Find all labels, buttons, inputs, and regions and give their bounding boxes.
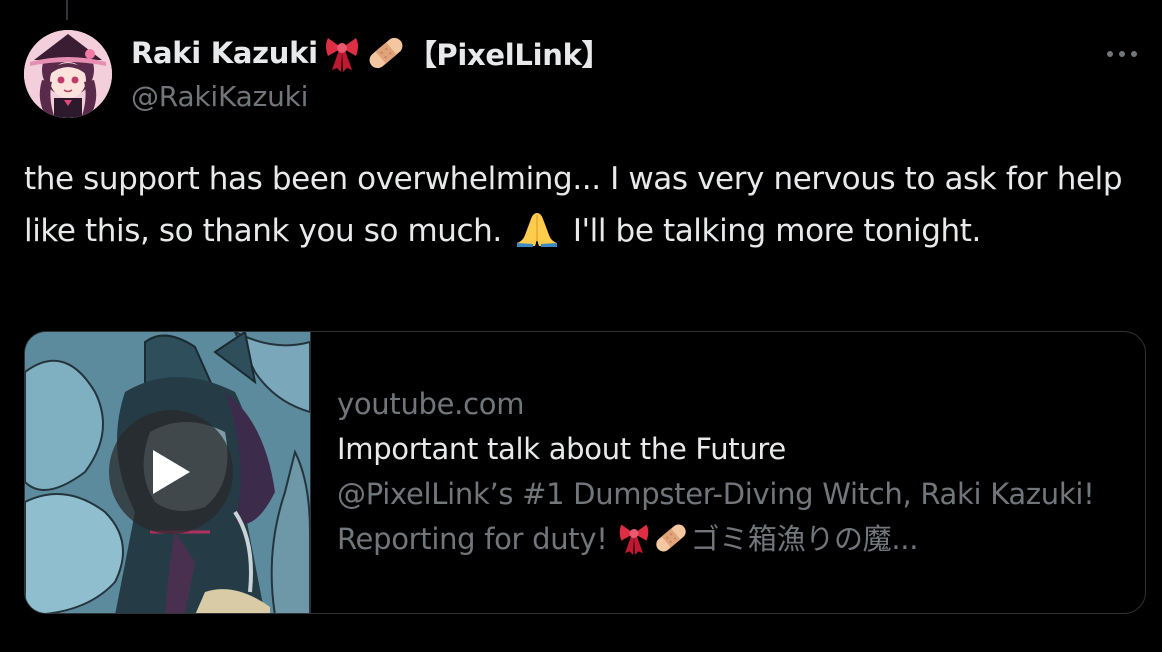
more-options-button[interactable] [1102, 42, 1142, 66]
author-name-row: Raki Kazuki 【PixelLink】 [131, 30, 1102, 76]
more-horizontal-icon [1107, 51, 1137, 57]
play-icon [153, 450, 190, 494]
bandage-emoji-icon [366, 34, 406, 72]
ribbon-emoji-icon [617, 521, 651, 568]
card-description-part2: ゴミ箱漁りの魔... [690, 522, 919, 556]
thread-connector-line [66, 0, 68, 20]
tweet-header: Raki Kazuki 【PixelLink】 @RakiKazuki [131, 30, 1102, 113]
author-display-name[interactable]: Raki Kazuki [131, 36, 318, 70]
card-domain: youtube.com [337, 387, 525, 421]
video-thumbnail[interactable] [25, 332, 311, 613]
tweet-text: the support has been overwhelming... I w… [24, 153, 1149, 263]
avatar[interactable] [24, 30, 112, 118]
author-handle[interactable]: @RakiKazuki [131, 80, 1102, 113]
folded-hands-emoji-icon [513, 211, 561, 263]
play-button[interactable] [109, 410, 233, 534]
card-description: @PixelLink’s #1 Dumpster-Diving Witch, R… [337, 472, 1117, 568]
tweet-text-part2: I'll be talking more tonight. [572, 213, 982, 249]
card-body: youtube.com Important talk about the Fut… [337, 384, 1125, 568]
card-title: Important talk about the Future [337, 432, 786, 466]
link-preview-card[interactable]: youtube.com Important talk about the Fut… [24, 331, 1146, 614]
bandage-emoji-icon [653, 521, 689, 568]
ribbon-emoji-icon [324, 34, 360, 72]
author-affiliation: 【PixelLink】 [407, 38, 611, 72]
